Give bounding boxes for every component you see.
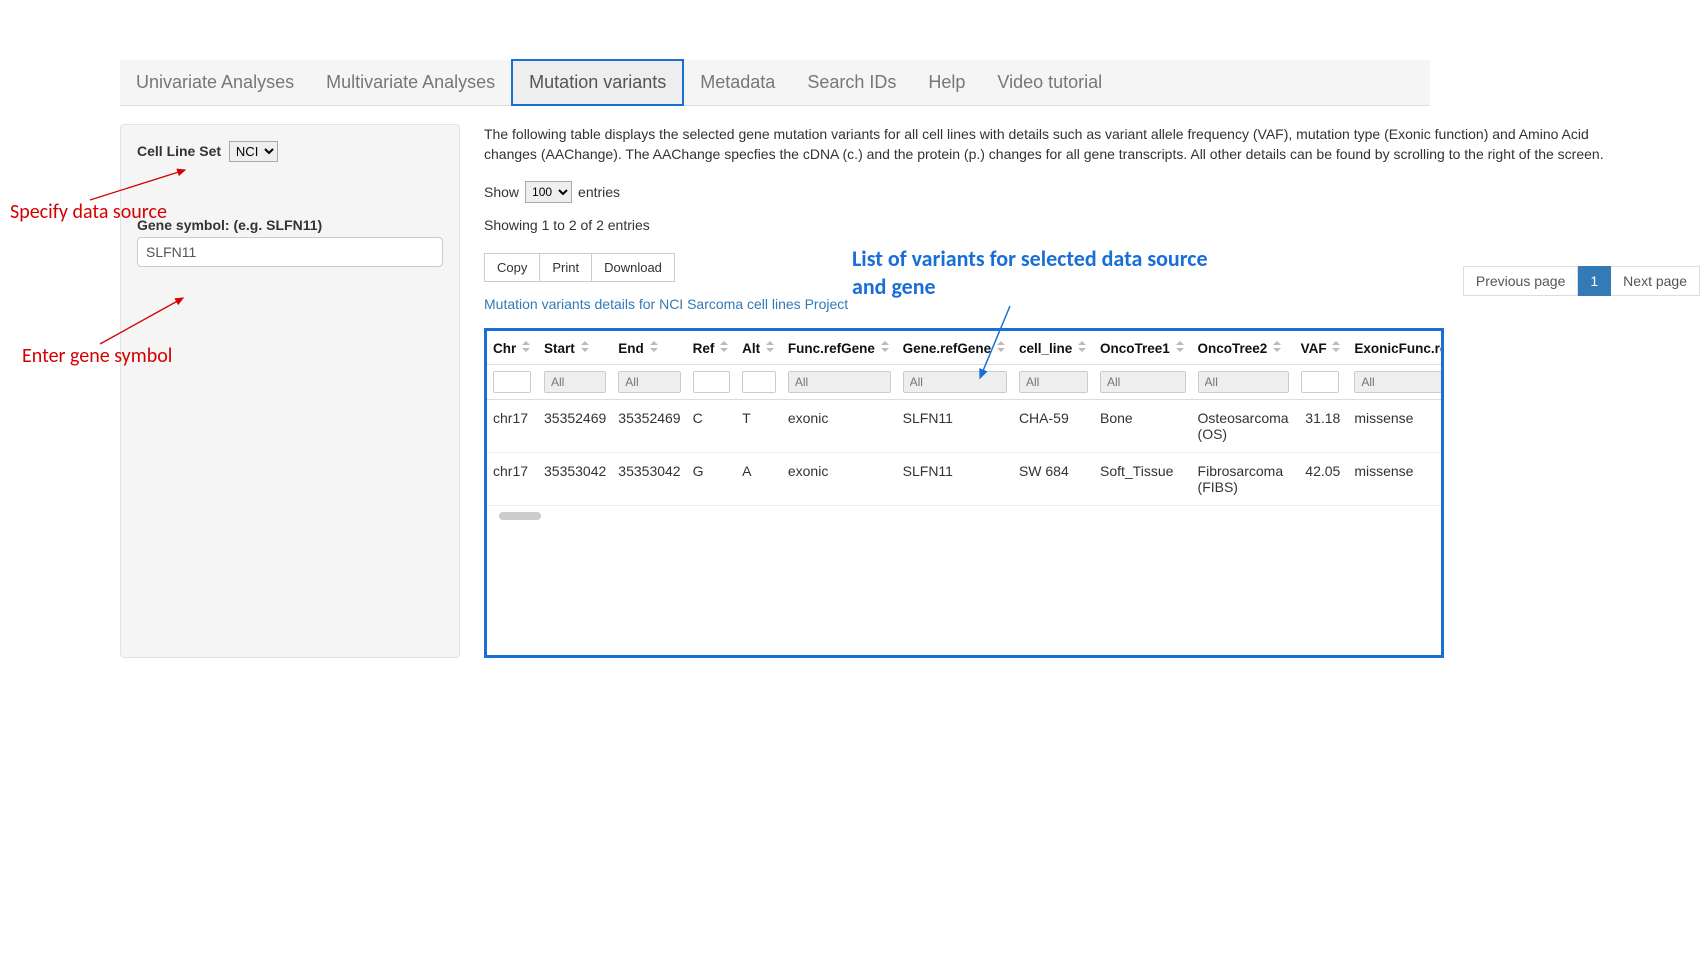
gene-symbol-label: Gene symbol: (e.g. SLFN11) <box>137 217 443 233</box>
cell: SLFN11 <box>897 452 1013 505</box>
cell: chr17 <box>487 399 538 452</box>
cell: 31.18 <box>1295 399 1349 452</box>
cell: 35352469 <box>538 399 612 452</box>
filter-input[interactable] <box>1198 371 1289 393</box>
sidebar-panel: Cell Line Set NCI Gene symbol: (e.g. SLF… <box>120 124 460 658</box>
filter-input[interactable] <box>693 371 731 393</box>
cell: C <box>687 399 737 452</box>
cell: A <box>736 452 782 505</box>
print-button[interactable]: Print <box>540 253 592 282</box>
next-page-button[interactable]: Next page <box>1611 266 1700 296</box>
col-header[interactable]: Start <box>538 331 612 365</box>
col-header[interactable]: Func.refGene <box>782 331 897 365</box>
download-button[interactable]: Download <box>592 253 675 282</box>
filter-input[interactable] <box>1301 371 1339 393</box>
cell: missense <box>1348 452 1444 505</box>
variants-table: Chr Start End Ref Alt Func.refGene Gene.… <box>487 331 1444 506</box>
cell: exonic <box>782 452 897 505</box>
tab-mutation-variants[interactable]: Mutation variants <box>511 59 684 106</box>
filter-input[interactable] <box>493 371 531 393</box>
cell: T <box>736 399 782 452</box>
main-content: The following table displays the selecte… <box>484 124 1700 658</box>
cell: 35353042 <box>612 452 686 505</box>
cell: exonic <box>782 399 897 452</box>
cell-line-set-select[interactable]: NCI <box>229 141 278 162</box>
cell: 42.05 <box>1295 452 1349 505</box>
col-header[interactable]: Alt <box>736 331 782 365</box>
cell: Osteosarcoma (OS) <box>1192 399 1295 452</box>
cell: G <box>687 452 737 505</box>
col-header[interactable]: OncoTree2 <box>1192 331 1295 365</box>
filter-input[interactable] <box>544 371 606 393</box>
cell: Soft_Tissue <box>1094 452 1192 505</box>
cell: 35353042 <box>538 452 612 505</box>
filter-input[interactable] <box>618 371 680 393</box>
filter-input[interactable] <box>742 371 776 393</box>
tab-multivariate-analyses[interactable]: Multivariate Analyses <box>310 60 511 105</box>
show-entries: Show 100 entries <box>484 181 1700 203</box>
cell: CHA-59 <box>1013 399 1094 452</box>
cell: Bone <box>1094 399 1192 452</box>
filter-input[interactable] <box>1019 371 1088 393</box>
cell: missense <box>1348 399 1444 452</box>
cell: SLFN11 <box>897 399 1013 452</box>
showing-info: Showing 1 to 2 of 2 entries <box>484 217 650 233</box>
tab-video-tutorial[interactable]: Video tutorial <box>981 60 1118 105</box>
tab-metadata[interactable]: Metadata <box>684 60 791 105</box>
cell: Fibrosarcoma (FIBS) <box>1192 452 1295 505</box>
filter-input[interactable] <box>903 371 1007 393</box>
page-1-button[interactable]: 1 <box>1578 266 1611 296</box>
filter-input[interactable] <box>1354 371 1444 393</box>
col-header[interactable]: OncoTree1 <box>1094 331 1192 365</box>
nav-tabs: Univariate AnalysesMultivariate Analyses… <box>120 60 1430 106</box>
col-header[interactable]: ExonicFunc.refGene <box>1348 331 1444 365</box>
copy-button[interactable]: Copy <box>484 253 540 282</box>
table-container: Chr Start End Ref Alt Func.refGene Gene.… <box>484 328 1444 658</box>
tab-help[interactable]: Help <box>912 60 981 105</box>
cell: SW 684 <box>1013 452 1094 505</box>
col-header[interactable]: End <box>612 331 686 365</box>
col-header[interactable]: Gene.refGene <box>897 331 1013 365</box>
table-row: chr173535246935352469CTexonicSLFN11CHA-5… <box>487 399 1444 452</box>
cell-line-set-label: Cell Line Set <box>137 143 221 159</box>
show-label-left: Show <box>484 184 519 200</box>
gene-symbol-input[interactable] <box>137 237 443 267</box>
description-text: The following table displays the selecte… <box>484 124 1644 165</box>
cell: 35352469 <box>612 399 686 452</box>
prev-page-button[interactable]: Previous page <box>1463 266 1579 296</box>
entries-select[interactable]: 100 <box>525 181 572 203</box>
col-header[interactable]: Ref <box>687 331 737 365</box>
horizontal-scrollbar[interactable] <box>499 512 541 520</box>
show-label-right: entries <box>578 184 620 200</box>
col-header[interactable]: VAF <box>1295 331 1349 365</box>
pagination: Previous page 1 Next page <box>1463 266 1700 296</box>
tab-univariate-analyses[interactable]: Univariate Analyses <box>120 60 310 105</box>
table-row: chr173535304235353042GAexonicSLFN11SW 68… <box>487 452 1444 505</box>
filter-input[interactable] <box>1100 371 1186 393</box>
details-link[interactable]: Mutation variants details for NCI Sarcom… <box>484 296 1700 312</box>
col-header[interactable]: Chr <box>487 331 538 365</box>
col-header[interactable]: cell_line <box>1013 331 1094 365</box>
cell: chr17 <box>487 452 538 505</box>
tab-search-ids[interactable]: Search IDs <box>791 60 912 105</box>
filter-input[interactable] <box>788 371 891 393</box>
